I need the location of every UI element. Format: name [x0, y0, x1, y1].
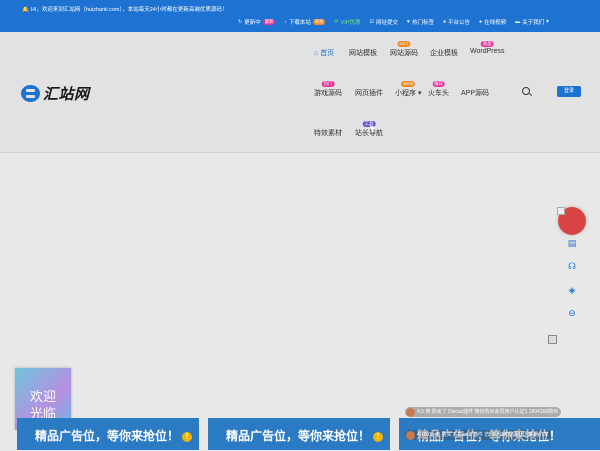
nav-huoche[interactable]: 推荐 火车头 [428, 81, 449, 98]
purchase-ticker-1: 4.5 用 购买了 Discuz插件 微信购买会员用户认证1.1804166购买 [405, 407, 562, 417]
badge-newproduct: 新品 [480, 41, 494, 47]
avatar [406, 430, 415, 440]
top-link-updating[interactable]: ↻ 更新中 最新 [238, 18, 276, 26]
chevron-down-icon: ▾ [546, 19, 549, 25]
nav-enterprise[interactable]: 企业模板 [430, 48, 458, 58]
download-icon: ↓ [284, 19, 287, 25]
badge-new: 最新 [262, 19, 276, 25]
bell-icon: 🔔 [22, 7, 29, 13]
alert-icon: ! [373, 431, 384, 442]
headset-icon[interactable]: ☊ [566, 260, 578, 272]
badge-recommend: 推荐 [432, 81, 445, 87]
ad-banner-2[interactable]: 精品广告位，等你来抢位！! [208, 418, 390, 450]
top-link-submit[interactable]: ☑ 网址提交 [370, 18, 399, 26]
ad-banner-1[interactable]: 精品广告位，等你来抢位！! [17, 418, 199, 450]
nav-mini[interactable]: NEW 小程序 ▾ [395, 81, 422, 98]
avatar [406, 407, 415, 417]
tag-icon: ♥ [407, 19, 410, 25]
top-link-notice[interactable]: ● 平台公告 [443, 18, 470, 26]
login-button[interactable]: 登录 [557, 86, 581, 97]
welcome-notice: 🔔 HI，欢迎来到汇站网（huizhanii.com），本站每天24小时都在更新高… [22, 7, 228, 13]
search-icon[interactable] [522, 87, 530, 95]
chat-icon[interactable]: ◈ [566, 284, 578, 296]
image-placeholder-icon [548, 335, 557, 344]
top-link-about[interactable]: ▬ 关于我们 ▾ [515, 18, 549, 26]
document-icon[interactable]: ▤ [566, 237, 578, 249]
about-icon: ▬ [515, 19, 521, 25]
back-top-icon[interactable]: ⊖ [566, 307, 578, 319]
refresh-icon: ↻ [238, 19, 243, 25]
logo-mark-icon [21, 85, 40, 102]
nav-templates[interactable]: 网站模板 [349, 48, 377, 58]
site-logo[interactable]: 汇站网 [21, 83, 90, 104]
top-link-download[interactable]: ↓ 下载本站 有效 [284, 18, 326, 26]
nav-wordpress[interactable]: 新品 WordPress [470, 41, 505, 55]
badge-popular: 热门 [321, 81, 335, 87]
badge-new-mini: NEW [401, 81, 416, 87]
notice-icon: ● [442, 19, 447, 25]
alert-icon: ! [182, 431, 193, 442]
badge-valid: 有效 [312, 19, 326, 25]
chevron-down-icon: ▾ [417, 90, 422, 97]
top-link-tags[interactable]: ♥ 热门标签 [407, 18, 434, 26]
video-icon: ● [479, 19, 483, 25]
nav-tools[interactable]: 工具 站长导航 [355, 121, 383, 138]
nav-source[interactable]: HOT 网站源码 [390, 41, 418, 58]
top-bar: 🔔 HI，欢迎来到汇站网（huizhanii.com），本站每天24小时都在更新高… [0, 0, 600, 32]
top-links: ↻ 更新中 最新 ↓ 下载本站 有效 ⟳ VIP优惠 ☑ 网址提交 ♥ 热门标签… [238, 17, 549, 27]
vip-icon: ⟳ [334, 19, 339, 25]
top-link-vip[interactable]: ⟳ VIP优惠 [334, 18, 360, 26]
badge-hot: HOT [397, 41, 411, 47]
nav-app[interactable]: APP源码 [461, 88, 489, 98]
nav-home[interactable]: ⌂ 首页 [314, 48, 334, 58]
submit-icon: ☑ [369, 19, 374, 25]
nav-game[interactable]: 热门 游戏源码 [314, 81, 342, 98]
broken-image-icon [557, 207, 565, 215]
home-icon: ⌂ [314, 50, 319, 57]
top-link-video[interactable]: ● 在线视频 [479, 18, 506, 26]
nav-effects[interactable]: 特效素材 [314, 128, 342, 138]
site-header [0, 32, 600, 152]
nav-plugins[interactable]: 网页插件 [355, 88, 383, 98]
purchase-ticker-2: 4.10.00 用 购买了 Discuz插件 仿HEPC教程网社区数据小库 [405, 430, 552, 440]
